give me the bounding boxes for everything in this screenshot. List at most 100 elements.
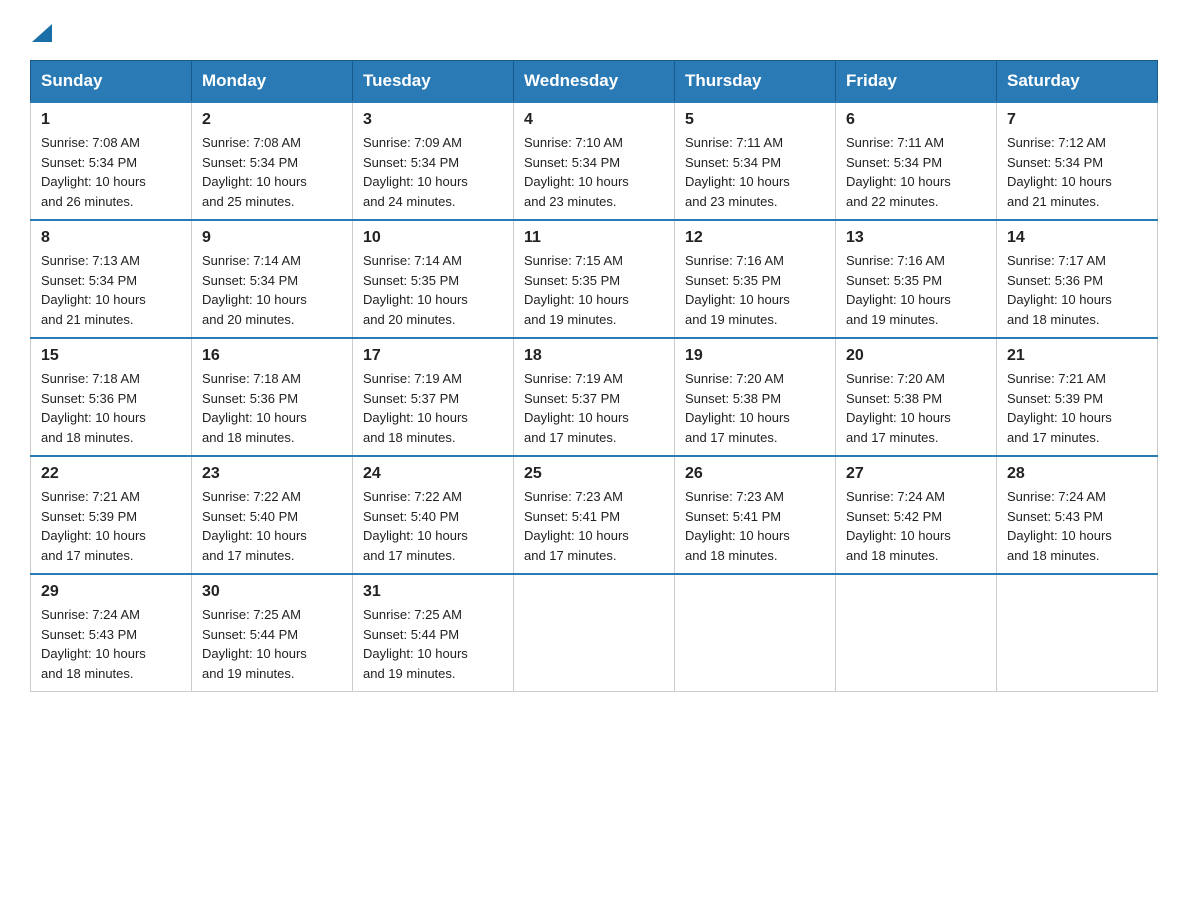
day-number: 26: [685, 465, 825, 483]
header-friday: Friday: [836, 61, 997, 103]
calendar-cell: 2Sunrise: 7:08 AMSunset: 5:34 PMDaylight…: [192, 102, 353, 220]
day-info: Sunrise: 7:08 AMSunset: 5:34 PMDaylight:…: [41, 135, 146, 209]
day-number: 29: [41, 583, 181, 601]
header-wednesday: Wednesday: [514, 61, 675, 103]
logo: [30, 20, 52, 42]
day-info: Sunrise: 7:16 AMSunset: 5:35 PMDaylight:…: [846, 253, 951, 327]
day-number: 14: [1007, 229, 1147, 247]
day-number: 12: [685, 229, 825, 247]
calendar-cell: 24 Sunrise: 7:22 AMSunset: 5:40 PMDayligh…: [353, 456, 514, 574]
calendar-cell: [675, 574, 836, 692]
day-number: 3: [363, 111, 503, 129]
calendar-cell: 1 Sunrise: 7:08 AMSunset: 5:34 PMDaylight…: [31, 102, 192, 220]
day-info: Sunrise: 7:14 AMSunset: 5:34 PMDaylight:…: [202, 253, 307, 327]
day-info: Sunrise: 7:10 AMSunset: 5:34 PMDaylight:…: [524, 135, 629, 209]
calendar-cell: 10 Sunrise: 7:14 AMSunset: 5:35 PMDayligh…: [353, 220, 514, 338]
day-number: 30: [202, 583, 342, 601]
day-info: Sunrise: 7:18 AMSunset: 5:36 PMDaylight:…: [202, 371, 307, 445]
calendar-cell: 8 Sunrise: 7:13 AMSunset: 5:34 PMDaylight…: [31, 220, 192, 338]
calendar-cell: [997, 574, 1158, 692]
day-number: 18: [524, 347, 664, 365]
week-row-3: 15Sunrise: 7:18 AMSunset: 5:36 PMDayligh…: [31, 338, 1158, 456]
day-info: Sunrise: 7:25 AMSunset: 5:44 PMDaylight:…: [202, 607, 307, 681]
header-tuesday: Tuesday: [353, 61, 514, 103]
day-number: 20: [846, 347, 986, 365]
day-info: Sunrise: 7:11 AMSunset: 5:34 PMDaylight:…: [846, 135, 951, 209]
day-info: Sunrise: 7:18 AMSunset: 5:36 PMDaylight:…: [41, 371, 146, 445]
day-number: 24: [363, 465, 503, 483]
calendar-cell: 4 Sunrise: 7:10 AMSunset: 5:34 PMDaylight…: [514, 102, 675, 220]
calendar-cell: 17 Sunrise: 7:19 AMSunset: 5:37 PMDayligh…: [353, 338, 514, 456]
day-info: Sunrise: 7:20 AMSunset: 5:38 PMDaylight:…: [846, 371, 951, 445]
day-number: 1: [41, 111, 181, 129]
calendar-body: 1 Sunrise: 7:08 AMSunset: 5:34 PMDaylight…: [31, 102, 1158, 692]
day-number: 10: [363, 229, 503, 247]
day-info: Sunrise: 7:23 AMSunset: 5:41 PMDaylight:…: [685, 489, 790, 563]
calendar-cell: 11 Sunrise: 7:15 AMSunset: 5:35 PMDayligh…: [514, 220, 675, 338]
day-info: Sunrise: 7:20 AMSunset: 5:38 PMDaylight:…: [685, 371, 790, 445]
day-number: 17: [363, 347, 503, 365]
day-info: Sunrise: 7:21 AMSunset: 5:39 PMDaylight:…: [1007, 371, 1112, 445]
day-number: 11: [524, 229, 664, 247]
header-monday: Monday: [192, 61, 353, 103]
calendar-cell: 20 Sunrise: 7:20 AMSunset: 5:38 PMDayligh…: [836, 338, 997, 456]
day-number: 31: [363, 583, 503, 601]
day-info: Sunrise: 7:23 AMSunset: 5:41 PMDaylight:…: [524, 489, 629, 563]
day-number: 19: [685, 347, 825, 365]
calendar-cell: 31 Sunrise: 7:25 AMSunset: 5:44 PMDayligh…: [353, 574, 514, 692]
calendar-cell: 21 Sunrise: 7:21 AMSunset: 5:39 PMDayligh…: [997, 338, 1158, 456]
calendar-header: SundayMondayTuesdayWednesdayThursdayFrid…: [31, 61, 1158, 103]
day-number: 8: [41, 229, 181, 247]
day-info: Sunrise: 7:24 AMSunset: 5:42 PMDaylight:…: [846, 489, 951, 563]
calendar-cell: 25 Sunrise: 7:23 AMSunset: 5:41 PMDayligh…: [514, 456, 675, 574]
calendar-cell: 28Sunrise: 7:24 AMSunset: 5:43 PMDayligh…: [997, 456, 1158, 574]
day-number: 13: [846, 229, 986, 247]
week-row-1: 1 Sunrise: 7:08 AMSunset: 5:34 PMDaylight…: [31, 102, 1158, 220]
day-number: 16: [202, 347, 342, 365]
day-info: Sunrise: 7:25 AMSunset: 5:44 PMDaylight:…: [363, 607, 468, 681]
calendar-cell: 27 Sunrise: 7:24 AMSunset: 5:42 PMDayligh…: [836, 456, 997, 574]
day-info: Sunrise: 7:22 AMSunset: 5:40 PMDaylight:…: [363, 489, 468, 563]
day-info: Sunrise: 7:19 AMSunset: 5:37 PMDaylight:…: [363, 371, 468, 445]
day-number: 7: [1007, 111, 1147, 129]
day-number: 28: [1007, 465, 1147, 483]
day-info: Sunrise: 7:14 AMSunset: 5:35 PMDaylight:…: [363, 253, 468, 327]
calendar-cell: 13 Sunrise: 7:16 AMSunset: 5:35 PMDayligh…: [836, 220, 997, 338]
day-number: 6: [846, 111, 986, 129]
header-sunday: Sunday: [31, 61, 192, 103]
day-info: Sunrise: 7:22 AMSunset: 5:40 PMDaylight:…: [202, 489, 307, 563]
day-number: 25: [524, 465, 664, 483]
day-info: Sunrise: 7:11 AMSunset: 5:34 PMDaylight:…: [685, 135, 790, 209]
day-info: Sunrise: 7:19 AMSunset: 5:37 PMDaylight:…: [524, 371, 629, 445]
calendar-cell: [836, 574, 997, 692]
calendar-cell: 29 Sunrise: 7:24 AMSunset: 5:43 PMDayligh…: [31, 574, 192, 692]
day-number: 21: [1007, 347, 1147, 365]
day-info: Sunrise: 7:16 AMSunset: 5:35 PMDaylight:…: [685, 253, 790, 327]
calendar-cell: 23Sunrise: 7:22 AMSunset: 5:40 PMDayligh…: [192, 456, 353, 574]
calendar-cell: 7 Sunrise: 7:12 AMSunset: 5:34 PMDaylight…: [997, 102, 1158, 220]
calendar-table: SundayMondayTuesdayWednesdayThursdayFrid…: [30, 60, 1158, 692]
header-thursday: Thursday: [675, 61, 836, 103]
day-info: Sunrise: 7:24 AMSunset: 5:43 PMDaylight:…: [41, 607, 146, 681]
calendar-cell: 30 Sunrise: 7:25 AMSunset: 5:44 PMDayligh…: [192, 574, 353, 692]
day-info: Sunrise: 7:17 AMSunset: 5:36 PMDaylight:…: [1007, 253, 1112, 327]
calendar-cell: 5Sunrise: 7:11 AMSunset: 5:34 PMDaylight…: [675, 102, 836, 220]
week-row-4: 22Sunrise: 7:21 AMSunset: 5:39 PMDayligh…: [31, 456, 1158, 574]
calendar-cell: 12 Sunrise: 7:16 AMSunset: 5:35 PMDayligh…: [675, 220, 836, 338]
day-number: 27: [846, 465, 986, 483]
day-number: 2: [202, 111, 342, 129]
calendar-cell: 9Sunrise: 7:14 AMSunset: 5:34 PMDaylight…: [192, 220, 353, 338]
calendar-cell: 15Sunrise: 7:18 AMSunset: 5:36 PMDayligh…: [31, 338, 192, 456]
week-row-2: 8 Sunrise: 7:13 AMSunset: 5:34 PMDaylight…: [31, 220, 1158, 338]
page-header: [30, 20, 1158, 42]
calendar-cell: 18 Sunrise: 7:19 AMSunset: 5:37 PMDayligh…: [514, 338, 675, 456]
calendar-cell: 3Sunrise: 7:09 AMSunset: 5:34 PMDaylight…: [353, 102, 514, 220]
header-saturday: Saturday: [997, 61, 1158, 103]
day-number: 22: [41, 465, 181, 483]
day-info: Sunrise: 7:13 AMSunset: 5:34 PMDaylight:…: [41, 253, 146, 327]
day-number: 4: [524, 111, 664, 129]
day-info: Sunrise: 7:15 AMSunset: 5:35 PMDaylight:…: [524, 253, 629, 327]
calendar-cell: 14 Sunrise: 7:17 AMSunset: 5:36 PMDayligh…: [997, 220, 1158, 338]
day-info: Sunrise: 7:12 AMSunset: 5:34 PMDaylight:…: [1007, 135, 1112, 209]
week-row-5: 29 Sunrise: 7:24 AMSunset: 5:43 PMDayligh…: [31, 574, 1158, 692]
